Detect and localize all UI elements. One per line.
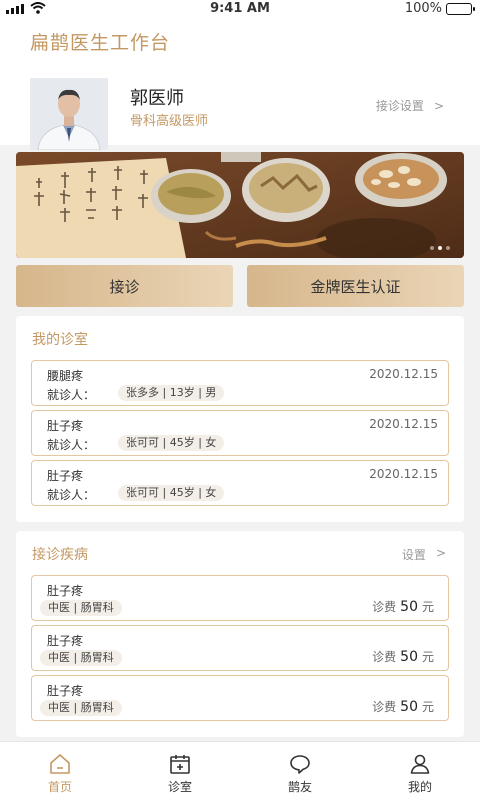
home-icon	[50, 754, 70, 774]
status-bar: 9:41 AM 100%	[0, 0, 480, 18]
diseases-settings-link[interactable]: 设置 >	[402, 546, 446, 563]
bottom-tab-bar: 首页 诊室 鹊友 我的	[0, 741, 480, 800]
battery-indicator: 100%	[404, 1, 475, 16]
tab-clinic-label: 诊室	[167, 780, 192, 794]
fee-amount: 50	[400, 699, 418, 715]
user-icon	[410, 754, 430, 774]
disease-item[interactable]: 肚子疼 中医 | 肠胃科 诊费 50 元	[31, 575, 449, 621]
patient-info-tag: 张多多 | 13岁 | 男	[118, 385, 225, 401]
patient-label: 就诊人：	[47, 438, 96, 452]
banner-dot-active[interactable]	[438, 246, 442, 250]
diseases-settings-label: 设置	[401, 548, 426, 562]
doctor-photo	[30, 78, 108, 150]
disease-name: 肚子疼	[47, 634, 84, 648]
consult-button[interactable]: 接诊	[16, 265, 233, 307]
consult-fee: 诊费 50 元	[372, 598, 434, 615]
chat-bubble-icon	[290, 755, 310, 774]
chevron-right-icon: >	[435, 546, 446, 560]
consult-settings-label: 接诊设置	[375, 99, 424, 113]
consult-diseases-card: 接诊疾病 设置 > 肚子疼 中医 | 肠胃科 诊费 50 元 肚子疼 中医 | …	[16, 531, 464, 737]
doctor-name: 郭医师	[130, 88, 184, 109]
gold-doctor-certification-button[interactable]: 金牌医生认证	[247, 265, 464, 307]
visit-date: 2020.12.15	[369, 467, 438, 481]
patient-info-tag: 张可可 | 45岁 | 女	[118, 485, 225, 501]
department-tag: 中医 | 肠胃科	[40, 700, 122, 716]
calendar-plus-icon	[170, 755, 190, 774]
patient-label: 就诊人：	[47, 388, 96, 402]
disease-name: 肚子疼	[47, 684, 84, 698]
battery-icon	[446, 2, 475, 15]
promo-banner[interactable]	[16, 152, 464, 258]
clinic-visit-item[interactable]: 腰腿疼 2020.12.15 就诊人： 张多多 | 13岁 | 男	[31, 360, 449, 406]
tab-profile[interactable]: 我的	[360, 742, 480, 800]
fee-unit: 元	[421, 600, 434, 614]
my-clinic-title: 我的诊室	[32, 332, 88, 348]
consult-fee: 诊费 50 元	[372, 698, 434, 715]
consult-settings-link[interactable]: 接诊设置 >	[376, 97, 444, 114]
consult-fee: 诊费 50 元	[372, 648, 434, 665]
fee-label: 诊费	[372, 600, 397, 614]
disease-item[interactable]: 肚子疼 中医 | 肠胃科 诊费 50 元	[31, 625, 449, 671]
patient-label: 就诊人：	[47, 488, 96, 502]
tab-home-label: 首页	[47, 780, 72, 794]
banner-dot[interactable]	[446, 246, 450, 250]
banner-pagination	[430, 246, 450, 250]
avatar[interactable]	[30, 78, 108, 150]
disease-item[interactable]: 肚子疼 中医 | 肠胃科 诊费 50 元	[31, 675, 449, 721]
doctor-title: 骨科高级医师	[130, 114, 209, 129]
herbal-medicine-banner-image	[16, 152, 464, 258]
battery-percent: 100%	[404, 1, 442, 16]
clinic-visit-item[interactable]: 肚子疼 2020.12.15 就诊人： 张可可 | 45岁 | 女	[31, 410, 449, 456]
my-clinic-card: 我的诊室 腰腿疼 2020.12.15 就诊人： 张多多 | 13岁 | 男 肚…	[16, 316, 464, 522]
banner-dot[interactable]	[430, 246, 434, 250]
patient-info-tag: 张可可 | 45岁 | 女	[118, 435, 225, 451]
visit-complaint: 腰腿疼	[47, 369, 84, 383]
visit-complaint: 肚子疼	[47, 469, 84, 483]
consult-diseases-title: 接诊疾病	[32, 547, 88, 563]
department-tag: 中医 | 肠胃科	[40, 650, 122, 666]
visit-date: 2020.12.15	[369, 417, 438, 431]
app-title: 扁鹊医生工作台	[30, 32, 171, 54]
fee-amount: 50	[400, 649, 418, 665]
fee-unit: 元	[421, 700, 434, 714]
profile-header: 扁鹊医生工作台 郭医师 骨科高级医师 接诊设置 >	[0, 18, 480, 150]
tab-home[interactable]: 首页	[0, 742, 120, 800]
tab-profile-label: 我的	[407, 780, 432, 794]
fee-label: 诊费	[372, 700, 397, 714]
fee-label: 诊费	[372, 650, 397, 664]
tab-friends[interactable]: 鹊友	[240, 742, 360, 800]
tab-friends-label: 鹊友	[287, 780, 312, 794]
fee-unit: 元	[421, 650, 434, 664]
fee-amount: 50	[400, 599, 418, 615]
chevron-right-icon: >	[433, 98, 444, 113]
clinic-visit-item[interactable]: 肚子疼 2020.12.15 就诊人： 张可可 | 45岁 | 女	[31, 460, 449, 506]
department-tag: 中医 | 肠胃科	[40, 600, 122, 616]
tab-clinic[interactable]: 诊室	[120, 742, 240, 800]
visit-date: 2020.12.15	[369, 367, 438, 381]
disease-name: 肚子疼	[47, 584, 84, 598]
visit-complaint: 肚子疼	[47, 419, 84, 433]
